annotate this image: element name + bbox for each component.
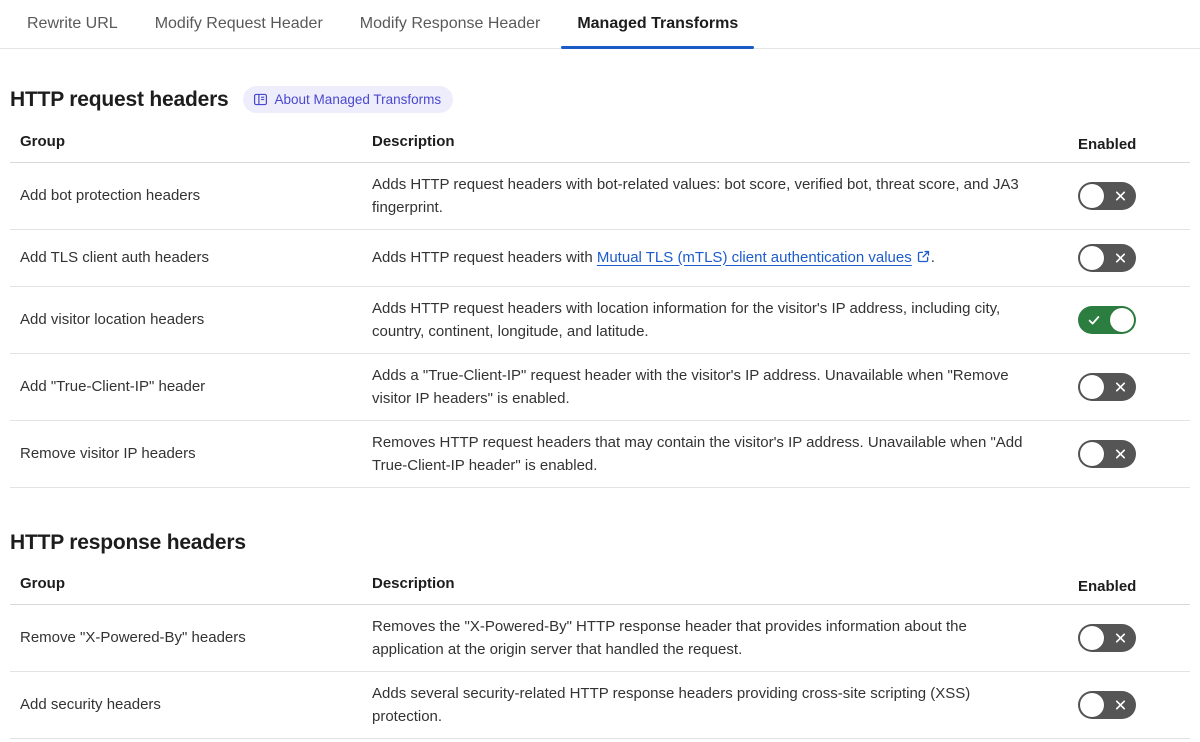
toggle-knob: [1080, 442, 1104, 466]
x-icon: [1114, 252, 1127, 265]
column-header-description: Description: [372, 575, 455, 592]
badge-label: About Managed Transforms: [274, 91, 442, 107]
table-row: Add visitor location headers Adds HTTP r…: [10, 287, 1190, 354]
section-title-request: HTTP request headers: [10, 88, 229, 111]
x-icon: [1114, 381, 1127, 394]
response-headers-section: HTTP response headers Group Description …: [10, 530, 1190, 739]
tab-bar: Rewrite URL Modify Request Header Modify R…: [0, 0, 1200, 49]
description-cell: Removes the "X-Powered-By" HTTP response…: [372, 618, 967, 658]
group-cell: Add "True-Client-IP" header: [20, 378, 206, 395]
tab-managed-transforms[interactable]: Managed Transforms: [561, 0, 755, 49]
table-row: Remove "X-Powered-By" headers Removes th…: [10, 605, 1190, 672]
enabled-toggle-add-visitor-location-headers[interactable]: [1078, 306, 1136, 334]
check-icon: [1087, 313, 1101, 327]
tab-rewrite-url[interactable]: Rewrite URL: [11, 0, 134, 48]
column-header-group: Group: [20, 133, 65, 150]
enabled-toggle-add-bot-protection-headers[interactable]: [1078, 182, 1136, 210]
description-cell: Adds HTTP request headers with location …: [372, 300, 1001, 340]
toggle-knob: [1080, 626, 1104, 650]
enabled-toggle-add-tls-client-auth-headers[interactable]: [1078, 244, 1136, 272]
column-header-enabled: Enabled: [1078, 578, 1137, 595]
x-icon: [1114, 699, 1127, 712]
section-title-response: HTTP response headers: [10, 531, 246, 554]
table-row: Remove visitor IP headers Removes HTTP r…: [10, 421, 1190, 488]
request-headers-section: HTTP request headers About Managed Trans…: [10, 86, 1190, 488]
toggle-knob: [1080, 375, 1104, 399]
group-cell: Remove "X-Powered-By" headers: [20, 629, 246, 646]
table-row: Add "True-Client-IP" header Adds a "True…: [10, 354, 1190, 421]
group-cell: Add bot protection headers: [20, 187, 201, 204]
enabled-toggle-remove-x-powered-by-headers[interactable]: [1078, 624, 1136, 652]
external-link-icon: [916, 248, 931, 271]
table-header-row: Group Description Enabled: [10, 568, 1190, 605]
book-icon: [253, 92, 268, 107]
toggle-knob: [1080, 184, 1104, 208]
request-headers-table: Group Description Enabled Add bot protec…: [10, 126, 1190, 488]
table-row: Add bot protection headers Adds HTTP req…: [10, 163, 1190, 230]
response-section-header: HTTP response headers: [10, 530, 1190, 555]
column-header-enabled: Enabled: [1078, 136, 1137, 153]
x-icon: [1114, 632, 1127, 645]
x-icon: [1114, 190, 1127, 203]
enabled-toggle-remove-visitor-ip-headers[interactable]: [1078, 440, 1136, 468]
group-cell: Add visitor location headers: [20, 311, 205, 328]
x-icon: [1114, 448, 1127, 461]
request-section-header: HTTP request headers About Managed Trans…: [10, 86, 1190, 113]
table-row: Add security headers Adds several securi…: [10, 672, 1190, 739]
toggle-knob: [1080, 246, 1104, 270]
table-row: Add TLS client auth headers Adds HTTP re…: [10, 230, 1190, 287]
toggle-knob: [1110, 308, 1134, 332]
description-cell: Removes HTTP request headers that may co…: [372, 434, 1023, 474]
tab-modify-response-header[interactable]: Modify Response Header: [344, 0, 557, 48]
toggle-knob: [1080, 693, 1104, 717]
description-cell: Adds several security-related HTTP respo…: [372, 685, 971, 725]
description-cell: Adds a "True-Client-IP" request header w…: [372, 367, 1009, 407]
column-header-group: Group: [20, 575, 65, 592]
response-headers-table: Group Description Enabled Remove "X-Powe…: [10, 568, 1190, 739]
group-cell: Add TLS client auth headers: [20, 249, 210, 266]
about-managed-transforms-badge[interactable]: About Managed Transforms: [242, 86, 454, 113]
table-header-row: Group Description Enabled: [10, 126, 1190, 163]
description-cell: Adds HTTP request headers with Mutual TL…: [372, 236, 1078, 281]
enabled-toggle-add-true-client-ip-header[interactable]: [1078, 373, 1136, 401]
group-cell: Add security headers: [20, 696, 161, 713]
link-mutual-tls-mtls-client-authentication-values[interactable]: Mutual TLS (mTLS) client authentication …: [597, 249, 912, 266]
managed-transforms-content: HTTP request headers About Managed Trans…: [0, 86, 1200, 739]
tab-modify-request-header[interactable]: Modify Request Header: [139, 0, 339, 48]
column-header-description: Description: [372, 133, 455, 150]
group-cell: Remove visitor IP headers: [20, 445, 196, 462]
enabled-toggle-add-security-headers[interactable]: [1078, 691, 1136, 719]
description-cell: Adds HTTP request headers with bot-relat…: [372, 176, 1019, 216]
